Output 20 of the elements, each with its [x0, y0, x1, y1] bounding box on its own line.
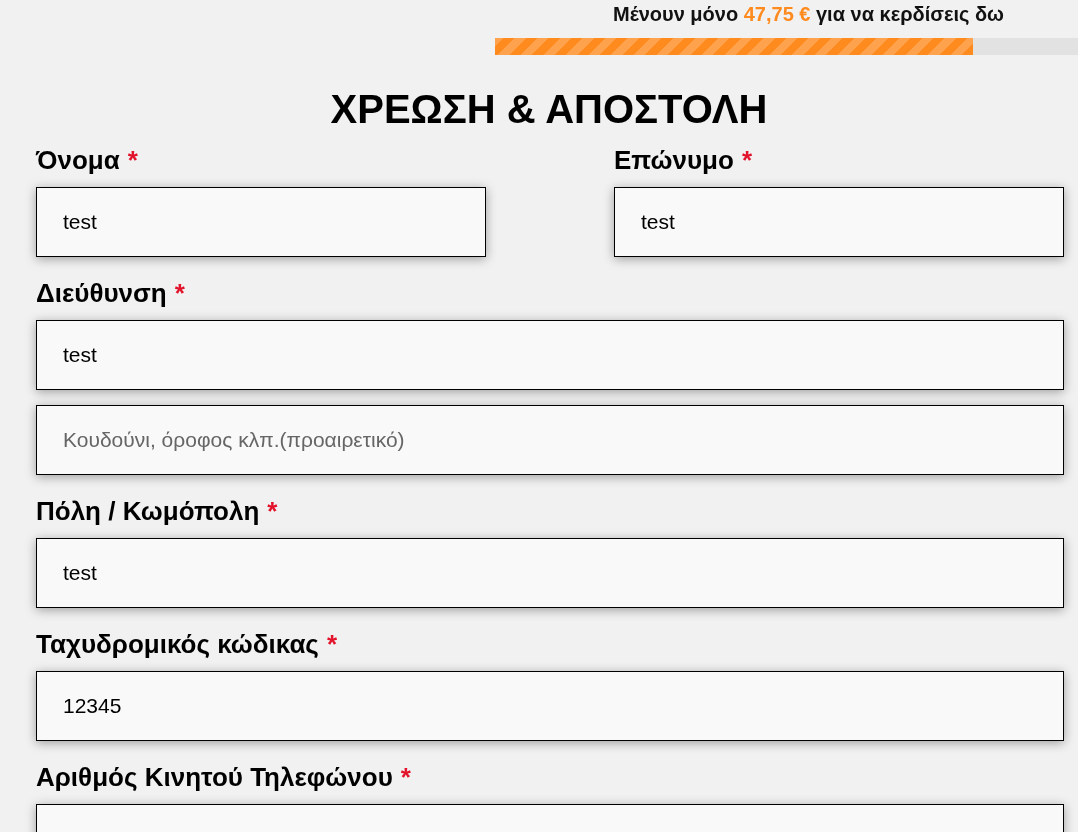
- field-label: Επώνυμο: [614, 144, 734, 177]
- promo-text: Μένουν μόνο 47,75 € για να κερδίσεις δω: [612, 2, 1005, 26]
- field-label: Διεύθυνση: [36, 277, 167, 310]
- field-label: Όνομα: [36, 144, 120, 177]
- required-asterisk: *: [741, 144, 752, 177]
- required-asterisk: *: [267, 495, 278, 528]
- section-title: ΧΡΕΩΣΗ & ΑΠΟΣΤΟΛΗ: [329, 86, 769, 133]
- input-field[interactable]: test: [36, 320, 1064, 390]
- required-asterisk: *: [127, 144, 138, 177]
- field-label: Αριθμός Κινητού Τηλεφώνου: [36, 761, 393, 794]
- input-field[interactable]: Κουδούνι, όροφος κλπ.(προαιρετικό): [36, 405, 1064, 475]
- input-field[interactable]: test: [36, 187, 486, 257]
- field-label: Πόλη / Κωμόπολη: [36, 495, 260, 528]
- input-field[interactable]: test: [36, 538, 1064, 608]
- required-asterisk: *: [400, 761, 411, 794]
- required-asterisk: *: [174, 277, 185, 310]
- required-asterisk: *: [326, 628, 337, 661]
- input-field[interactable]: test: [614, 187, 1064, 257]
- field-label: Ταχυδρομικός κώδικας: [36, 628, 319, 661]
- input-field[interactable]: 12345: [36, 671, 1064, 741]
